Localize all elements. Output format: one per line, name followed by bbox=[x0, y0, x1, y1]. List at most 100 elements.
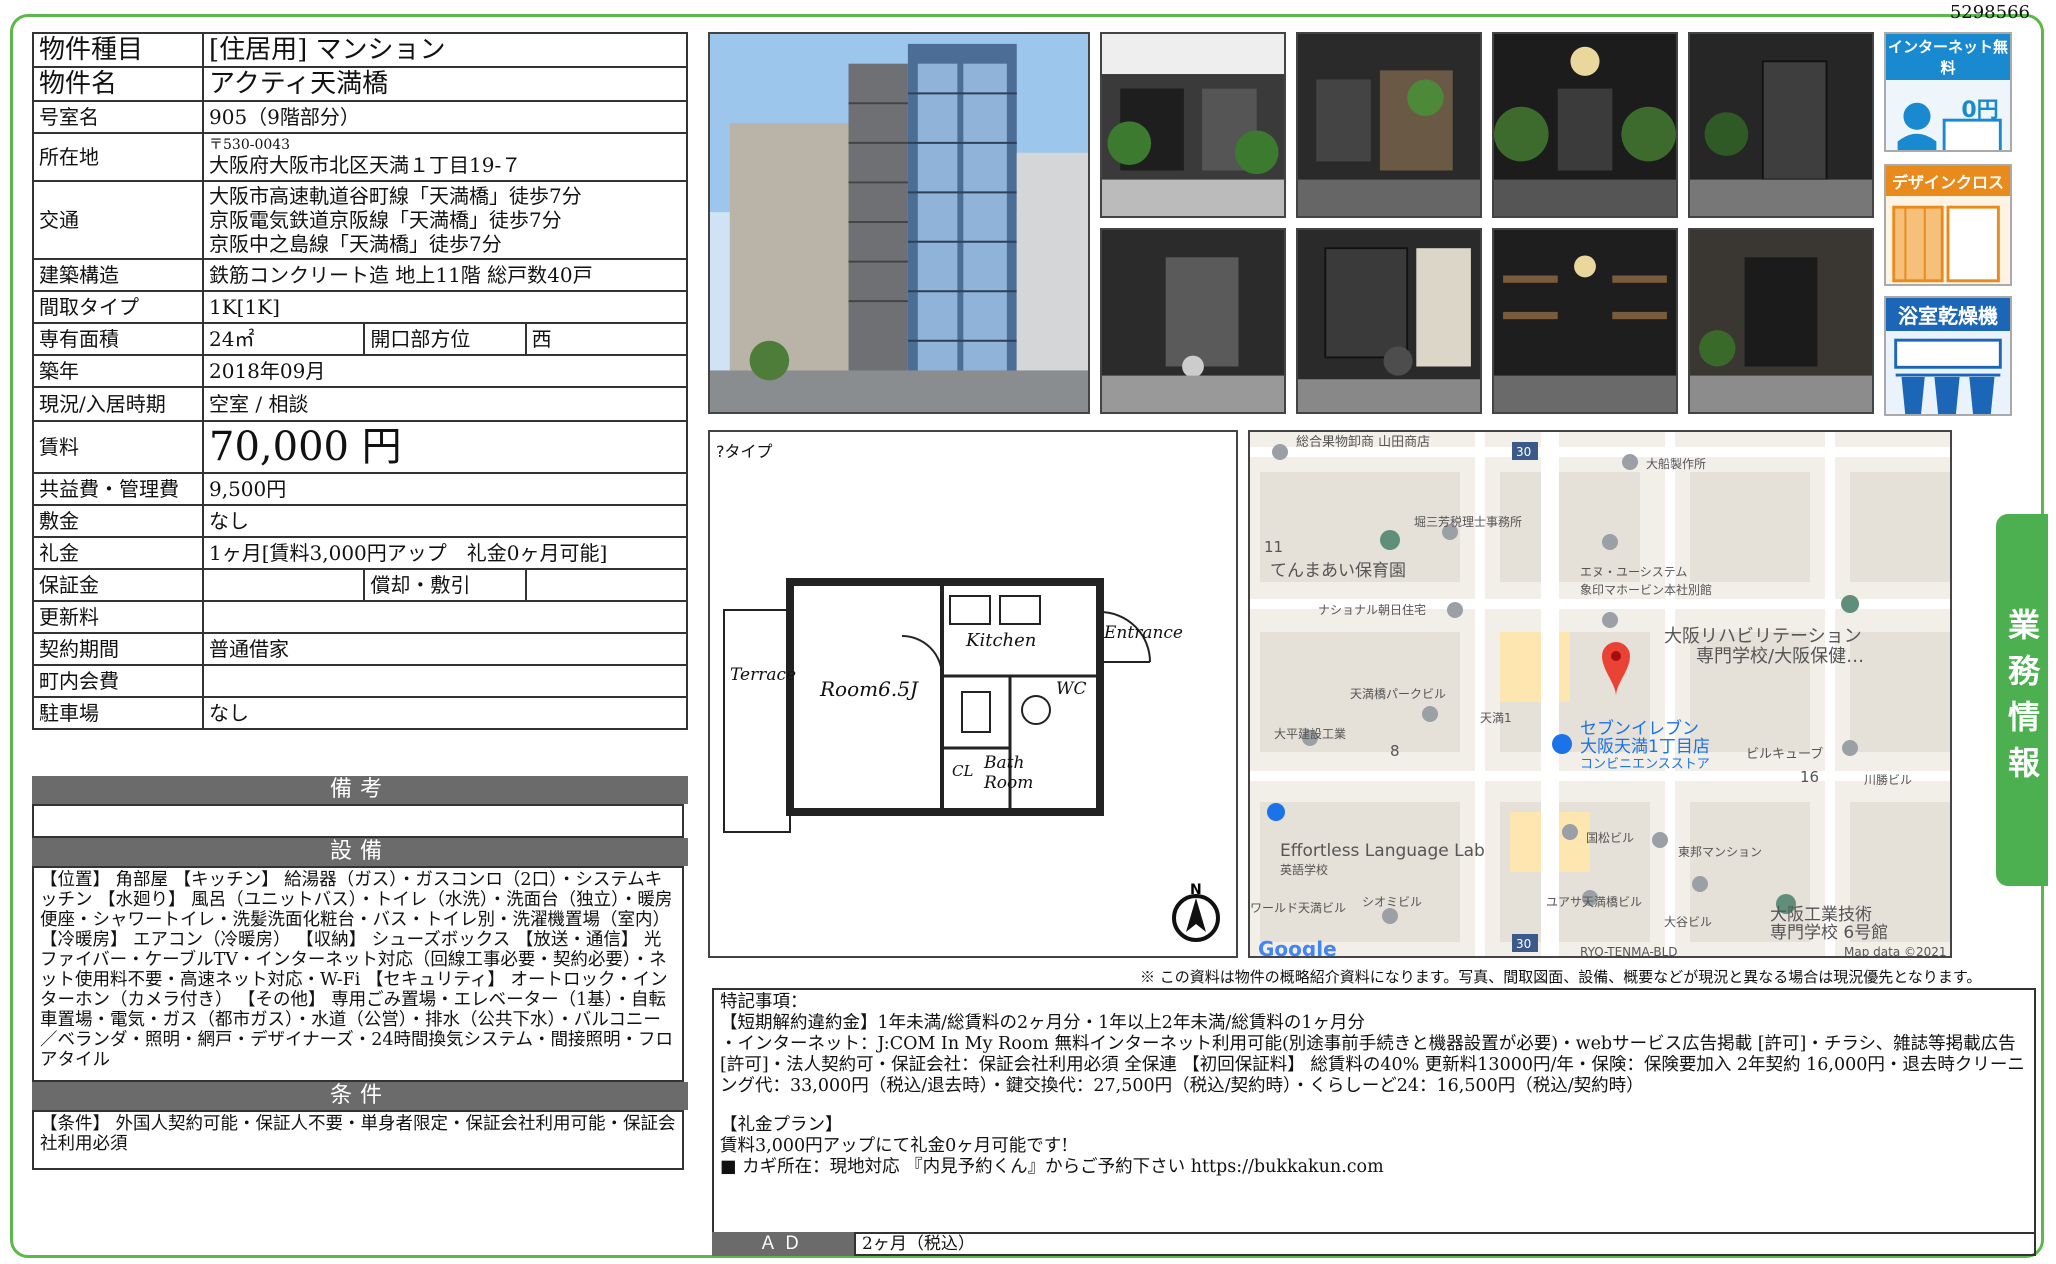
location-map[interactable]: 総合果物卸商 山田商店 大船製作所 堀三芳税理士事務所 てんまあい保育園 エヌ・… bbox=[1248, 430, 1952, 958]
guarantee-label: 保証金 bbox=[32, 568, 204, 602]
rent-label: 賃料 bbox=[32, 420, 204, 474]
map-label: 大平建設工業 bbox=[1274, 726, 1346, 741]
rent-value: 70,000 円 bbox=[202, 420, 688, 474]
map-label: 国松ビル bbox=[1586, 831, 1634, 845]
map-label: 堀三芳税理士事務所 bbox=[1414, 514, 1522, 529]
map-label: 英語学校 bbox=[1280, 862, 1328, 877]
renewal-value bbox=[202, 600, 688, 634]
fee-value: 9,500円 bbox=[202, 472, 688, 506]
structure-value: 鉄筋コンクリート造 地上11階 総戸数40戸 bbox=[202, 258, 688, 292]
name-label: 物件名 bbox=[32, 66, 204, 102]
business-info-tab[interactable]: 業務情報 bbox=[1996, 514, 2048, 886]
special-notes: 特記事項： 【短期解約違約金】1年未満/総賃料の2ヶ月分・1年以上2年未満/総賃… bbox=[712, 988, 2036, 1234]
map-number: 11 bbox=[1264, 538, 1283, 556]
map-number: 16 bbox=[1800, 768, 1819, 786]
map-label: 東邦マンション bbox=[1678, 845, 1762, 859]
built-value: 2018年09月 bbox=[202, 354, 688, 388]
community-value bbox=[202, 664, 688, 698]
amort-label: 償却・敷引 bbox=[363, 568, 527, 602]
google-logo: Google bbox=[1258, 937, 1337, 958]
type-value: [住居用] マンション bbox=[202, 32, 688, 68]
corridor-photo bbox=[1100, 228, 1286, 414]
map-label: ユアサ天満橋ビル bbox=[1546, 895, 1642, 909]
conditions-body: 【条件】 外国人契約可能・保証人不要・単身者限定・保証会社利用可能・保証会社利用… bbox=[32, 1110, 684, 1170]
map-label: 専門学校/大阪保健… bbox=[1696, 646, 1864, 667]
lobby-photo bbox=[1296, 32, 1482, 218]
room-label: 号室名 bbox=[32, 100, 204, 134]
contract-label: 契約期間 bbox=[32, 632, 204, 666]
map-label: エヌ・ユーシステム bbox=[1580, 565, 1687, 579]
closet-label: CL bbox=[952, 762, 973, 780]
map-label: Map data ©2021 bbox=[1844, 945, 1947, 958]
parking-value: なし bbox=[202, 696, 688, 730]
route-number: 30 bbox=[1516, 445, 1531, 459]
design-cloth-label: デザインクロス bbox=[1886, 166, 2010, 196]
terrace-label: Terrace bbox=[730, 665, 796, 685]
map-label: シオミビル bbox=[1362, 895, 1422, 909]
building-photo bbox=[708, 32, 1090, 414]
hall-photo bbox=[1492, 32, 1678, 218]
bath-room-label: Room bbox=[983, 773, 1033, 793]
transport-line: 京阪電気鉄道京阪線「天満橋」徒歩7分 bbox=[209, 208, 562, 232]
ad-label: ＡＤ bbox=[712, 1232, 854, 1256]
plan-text: 賃料3,000円アップにて礼金0ヶ月可能です! bbox=[720, 1136, 1069, 1156]
name-value: アクティ天満橋 bbox=[202, 66, 688, 102]
transport-line: 大阪市高速軌道谷町線「天満橋」徒歩7分 bbox=[209, 184, 582, 208]
route-number: 30 bbox=[1516, 937, 1531, 951]
transport-label: 交通 bbox=[32, 180, 204, 260]
status-value: 空室 / 相談 bbox=[202, 386, 688, 422]
address-label: 所在地 bbox=[32, 132, 204, 182]
status-label: 現況/入居時期 bbox=[32, 386, 204, 422]
bath-label: Bath bbox=[983, 753, 1024, 773]
document-id: 5298566 bbox=[1949, 2, 2030, 23]
map-label: ワールド天満ビル bbox=[1250, 901, 1346, 915]
north-arrow-icon bbox=[1186, 898, 1206, 932]
postal-code: 〒530-0043 bbox=[209, 136, 291, 153]
guarantee-value bbox=[201, 568, 366, 602]
transport-line: 京阪中之島線「天満橋」徒歩7分 bbox=[209, 232, 502, 256]
design-cloth-badge: デザインクロス bbox=[1884, 164, 2012, 286]
area-value: 24㎡ bbox=[201, 322, 366, 356]
map-label: ナショナル朝日住宅 bbox=[1318, 602, 1426, 617]
contract-value: 普通借家 bbox=[202, 632, 688, 666]
room-size-label: Room6.5J bbox=[819, 677, 919, 701]
map-label: 専門学校 6号館 bbox=[1770, 923, 1888, 943]
map-number: 8 bbox=[1390, 742, 1400, 760]
ad-value: 2ヶ月（税込） bbox=[854, 1232, 2036, 1256]
parking-label: 駐車場 bbox=[32, 696, 204, 730]
layout-value: 1K[1K] bbox=[202, 290, 688, 324]
community-label: 町内会費 bbox=[32, 664, 204, 698]
internet-zero-yen: 0円 bbox=[1961, 98, 1999, 123]
entrance-photo bbox=[1100, 32, 1286, 218]
amort-value bbox=[524, 568, 689, 602]
ad-row: ＡＤ 2ヶ月（税込） bbox=[712, 1232, 2036, 1258]
map-label: 天満1 bbox=[1480, 711, 1512, 725]
doorway-photo bbox=[1688, 228, 1874, 414]
map-label: 天満橋パークビル bbox=[1350, 687, 1446, 701]
fee-label: 共益費・管理費 bbox=[32, 472, 204, 506]
map-label: 川勝ビル bbox=[1864, 772, 1912, 787]
type-label: 物件種目 bbox=[32, 32, 204, 68]
lounge-photo bbox=[1296, 228, 1482, 414]
remarks-body bbox=[32, 804, 684, 838]
plan-title: 【礼金プラン】 bbox=[720, 1115, 843, 1135]
direction-value: 西 bbox=[524, 322, 689, 356]
layout-label: 間取タイプ bbox=[32, 290, 204, 324]
entrance-label: Entrance bbox=[1103, 623, 1183, 643]
map-drawing: 総合果物卸商 山田商店 大船製作所 堀三芳税理士事務所 てんまあい保育園 エヌ・… bbox=[1250, 432, 1950, 958]
bath-dryer-badge: 浴室乾燥機 bbox=[1884, 296, 2012, 416]
bath-dryer-label: 浴室乾燥機 bbox=[1886, 298, 2010, 331]
conditions-header: 条件 bbox=[32, 1082, 688, 1110]
wallpaper-icon bbox=[1892, 205, 2000, 283]
map-label: 大阪リハビリテーション bbox=[1664, 626, 1862, 647]
map-label: てんまあい保育園 bbox=[1270, 561, 1406, 581]
notes-title: 特記事項： bbox=[720, 992, 808, 1012]
map-label: 大阪天満1丁目店 bbox=[1580, 737, 1710, 757]
disclaimer-text: ※ この資料は物件の概略紹介資料になります。写真、間取図面、設備、概要などが現況… bbox=[1140, 968, 1982, 986]
map-label: RYO-TENMA-BLD bbox=[1580, 945, 1678, 958]
key-location-text: ■ カギ所在：現地対応 『内見予約くん』からご予約下さい https://buk… bbox=[720, 1157, 1384, 1177]
internet-free-badge: インターネット無料 0円 bbox=[1884, 32, 2012, 152]
built-label: 築年 bbox=[32, 354, 204, 388]
notes-line: ・インターネット：J:COM In My Room 無料インターネット利用可能(… bbox=[720, 1034, 2025, 1096]
north-label: N bbox=[1190, 882, 1202, 898]
